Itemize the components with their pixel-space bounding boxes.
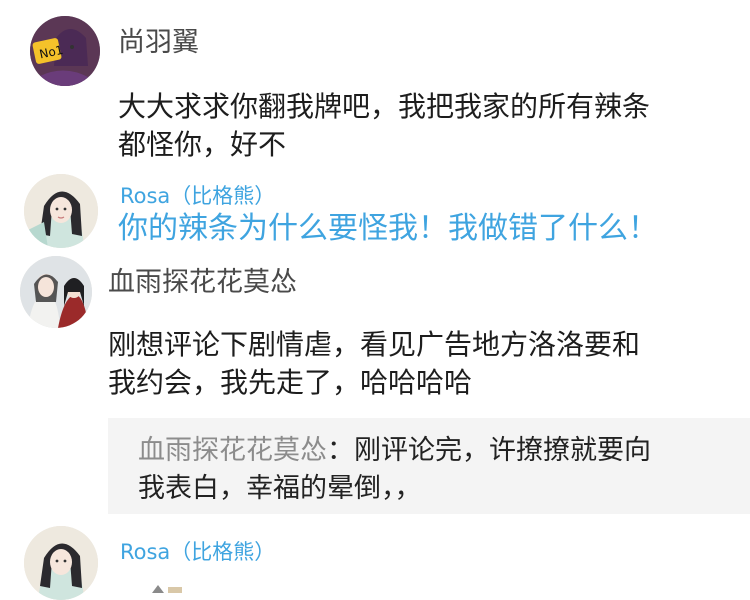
comment-text-line: 大大求求你翻我牌吧，我把我家的所有辣条: [118, 90, 651, 123]
user-avatar-image: [24, 174, 98, 248]
comment-username[interactable]: 尚羽翼: [118, 20, 199, 59]
avatar[interactable]: [20, 256, 92, 328]
quoted-reply-author[interactable]: 血雨探花花莫怂: [138, 435, 327, 466]
comment-text-line: 我约会，我先走了，哈哈哈哈: [108, 366, 473, 399]
avatar[interactable]: [24, 526, 98, 600]
quoted-reply-separator: ：: [327, 435, 354, 466]
user-avatar-image: No1: [30, 16, 100, 86]
comment-username[interactable]: Rosa（比格熊）: [120, 180, 275, 210]
quoted-reply-text: 刚评论完，许撩撩就要向: [354, 435, 651, 466]
comment-text: 大大求求你翻我牌吧，我把我家的所有辣条 都怪你，好不: [118, 88, 650, 164]
comment-username[interactable]: Rosa（比格熊）: [120, 536, 275, 566]
avatar[interactable]: [24, 174, 98, 248]
avatar[interactable]: No1: [30, 16, 100, 86]
comment-text: 刚想评论下剧情虐，看见广告地方洛洛要和 我约会，我先走了，哈哈哈哈: [108, 326, 640, 402]
comment-text-line: 都怪你，好不: [118, 128, 287, 161]
quoted-reply: 血雨探花花莫怂：刚评论完，许撩撩就要向 我表白，幸福的晕倒，，: [138, 432, 651, 508]
comment-username[interactable]: 血雨探花花莫怂: [108, 260, 297, 299]
quoted-reply-line: 我表白，幸福的晕倒，，: [138, 473, 422, 504]
quoted-reply-line: 血雨探花花莫怂：刚评论完，许撩撩就要向: [138, 432, 651, 470]
user-avatar-image: [20, 256, 92, 328]
image-attachment-fragment: [150, 578, 184, 593]
user-avatar-image: [24, 526, 98, 600]
comment-text-line: 刚想评论下剧情虐，看见广告地方洛洛要和: [108, 328, 641, 361]
comment-text: 你的辣条为什么要怪我！我做错了什么！: [118, 211, 658, 246]
